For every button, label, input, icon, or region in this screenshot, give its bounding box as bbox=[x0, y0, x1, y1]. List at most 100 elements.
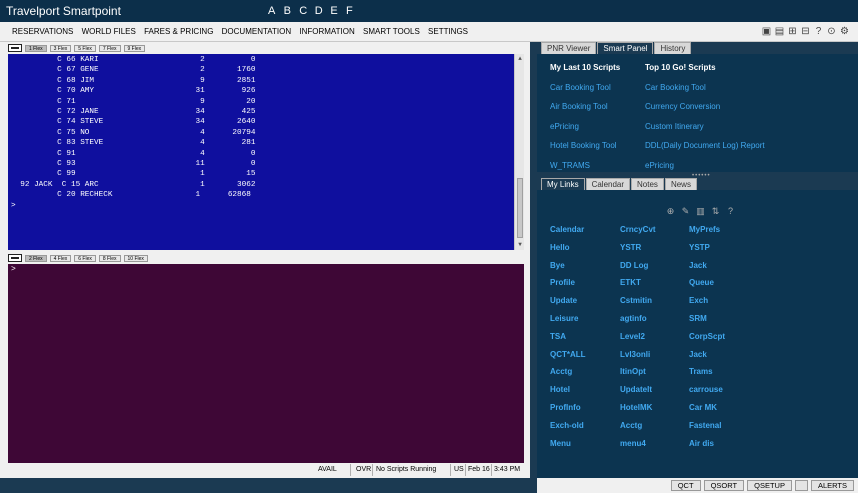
my-link[interactable]: Leisure bbox=[550, 314, 620, 332]
my-link[interactable]: Update bbox=[550, 296, 620, 314]
my-link[interactable]: Hotel bbox=[550, 385, 620, 403]
my-link[interactable]: TSA bbox=[550, 332, 620, 350]
letter-e[interactable]: E bbox=[330, 5, 346, 17]
my-link[interactable]: Acctg bbox=[620, 421, 689, 439]
menu-documentation[interactable]: DOCUMENTATION bbox=[222, 27, 291, 36]
my-link[interactable]: ProfInfo bbox=[550, 403, 620, 421]
qct-button[interactable]: QCT bbox=[670, 480, 701, 491]
my-link[interactable]: Lvl3onli bbox=[620, 350, 689, 368]
my-link[interactable]: Trams bbox=[689, 367, 759, 385]
my-link[interactable]: Air dis bbox=[689, 439, 759, 457]
network-icon[interactable]: ⊞ bbox=[787, 26, 798, 37]
my-link[interactable]: UpdateIt bbox=[620, 385, 689, 403]
tab-flex-2[interactable]: 2 Flex bbox=[25, 254, 47, 262]
edit-icon[interactable]: ✎ bbox=[680, 206, 691, 217]
my-link[interactable]: Queue bbox=[689, 278, 759, 296]
script-link[interactable]: ePricing bbox=[550, 122, 620, 131]
my-link[interactable]: HotelMK bbox=[620, 403, 689, 421]
my-link[interactable]: Cstmitin bbox=[620, 296, 689, 314]
letter-a[interactable]: A bbox=[268, 5, 284, 17]
script-link[interactable]: W_TRAMS bbox=[550, 161, 620, 170]
script-link[interactable]: ePricing bbox=[645, 161, 765, 170]
my-link[interactable]: Acctg bbox=[550, 367, 620, 385]
move-icon[interactable]: ⇅ bbox=[710, 206, 721, 217]
tree-icon[interactable]: ⊟ bbox=[800, 26, 811, 37]
tab-flex-1[interactable]: 1 Flex bbox=[25, 44, 47, 52]
add-icon[interactable]: ⊕ bbox=[665, 206, 676, 217]
tab-pnr-viewer[interactable]: PNR Viewer bbox=[541, 42, 597, 54]
my-link[interactable]: carrouse bbox=[689, 385, 759, 403]
my-link[interactable]: Bye bbox=[550, 261, 620, 279]
tab-flex-8[interactable]: 8 Flex bbox=[98, 254, 121, 262]
script-link[interactable]: Hotel Booking Tool bbox=[550, 141, 620, 150]
terminal-window-2[interactable]: > bbox=[8, 264, 524, 463]
tab-notes[interactable]: Notes bbox=[631, 178, 664, 190]
alerts-button[interactable]: ALERTS bbox=[810, 480, 854, 491]
my-link[interactable]: ETKT bbox=[620, 278, 689, 296]
my-link[interactable]: Car MK bbox=[689, 403, 759, 421]
script-link[interactable]: Car Booking Tool bbox=[550, 83, 620, 92]
terminal-window-1[interactable]: C 66 KARI 2 0 C 67 GENE 2 1760 C 68 JIM … bbox=[8, 54, 524, 250]
menu-smart-tools[interactable]: SMART TOOLS bbox=[363, 27, 420, 36]
my-link[interactable]: Jack bbox=[689, 261, 759, 279]
my-link[interactable]: Exch-old bbox=[550, 421, 620, 439]
my-link[interactable]: agtinfo bbox=[620, 314, 689, 332]
my-link[interactable]: Menu bbox=[550, 439, 620, 457]
menu-settings[interactable]: SETTINGS bbox=[428, 27, 468, 36]
my-link[interactable]: QCT*ALL bbox=[550, 350, 620, 368]
terminal-window-icon[interactable] bbox=[8, 254, 22, 262]
script-link[interactable]: Air Booking Tool bbox=[550, 102, 620, 111]
tab-history[interactable]: History bbox=[654, 42, 692, 54]
script-link[interactable]: Custom Itinerary bbox=[645, 122, 765, 131]
help-icon[interactable]: ? bbox=[813, 26, 824, 37]
my-link[interactable]: Level2 bbox=[620, 332, 689, 350]
scrollbar[interactable]: ▲ ▼ bbox=[514, 54, 524, 250]
menu-reservations[interactable]: RESERVATIONS bbox=[12, 27, 73, 36]
cube-icon[interactable]: ▣ bbox=[761, 26, 772, 37]
my-link[interactable]: Exch bbox=[689, 296, 759, 314]
letter-d[interactable]: D bbox=[315, 5, 331, 17]
my-link[interactable]: Hello bbox=[550, 243, 620, 261]
scroll-thumb[interactable] bbox=[517, 178, 523, 238]
tab-news[interactable]: News bbox=[664, 178, 697, 190]
script-link[interactable]: Currency Conversion bbox=[645, 102, 765, 111]
letter-c[interactable]: C bbox=[299, 5, 315, 17]
tab-my-links[interactable]: My Links bbox=[541, 178, 585, 190]
delete-icon[interactable]: ▥ bbox=[695, 206, 706, 217]
my-link[interactable]: Jack bbox=[689, 350, 759, 368]
my-link[interactable]: Fastenal bbox=[689, 421, 759, 439]
my-link[interactable]: SRM bbox=[689, 314, 759, 332]
my-link[interactable]: menu4 bbox=[620, 439, 689, 457]
lock-icon[interactable]: ⊙ bbox=[826, 26, 837, 37]
menu-world-files[interactable]: WORLD FILES bbox=[82, 27, 136, 36]
qsetup-button[interactable]: QSETUP bbox=[747, 480, 792, 491]
my-link[interactable]: YSTR bbox=[620, 243, 689, 261]
scroll-up-icon[interactable]: ▲ bbox=[517, 56, 523, 62]
my-link[interactable]: CorpScpt bbox=[689, 332, 759, 350]
tab-flex-7[interactable]: 7 Flex bbox=[98, 44, 121, 52]
script-link[interactable]: Car Booking Tool bbox=[645, 83, 765, 92]
my-link[interactable]: YSTP bbox=[689, 243, 759, 261]
toggle-icon[interactable] bbox=[794, 480, 808, 491]
tab-flex-5[interactable]: 5 Flex bbox=[74, 44, 96, 52]
scroll-down-icon[interactable]: ▼ bbox=[517, 242, 523, 248]
tab-flex-10[interactable]: 10 Flex bbox=[123, 254, 148, 262]
tab-flex-3[interactable]: 3 Flex bbox=[49, 44, 72, 52]
tab-calendar[interactable]: Calendar bbox=[585, 178, 631, 190]
tab-flex-4[interactable]: 4 Flex bbox=[49, 254, 72, 262]
script-link[interactable]: DDL(Daily Document Log) Report bbox=[645, 141, 765, 150]
tab-flex-9[interactable]: 9 Flex bbox=[123, 44, 146, 52]
settings-icon[interactable]: ⚙ bbox=[839, 26, 850, 37]
my-link[interactable]: Profile bbox=[550, 278, 620, 296]
my-link[interactable]: MyPrefs bbox=[689, 225, 759, 243]
letter-f[interactable]: F bbox=[346, 5, 362, 17]
my-link[interactable]: DD Log bbox=[620, 261, 689, 279]
my-link[interactable]: ItinOpt bbox=[620, 367, 689, 385]
my-link[interactable]: CrncyCvt bbox=[620, 225, 689, 243]
qsort-button[interactable]: QSORT bbox=[703, 480, 745, 491]
letter-b[interactable]: B bbox=[284, 5, 300, 17]
menu-information[interactable]: INFORMATION bbox=[299, 27, 354, 36]
cubes-icon[interactable]: ▤ bbox=[774, 26, 785, 37]
terminal-window-icon[interactable] bbox=[8, 44, 22, 52]
tab-smart-panel[interactable]: Smart Panel bbox=[597, 42, 654, 54]
